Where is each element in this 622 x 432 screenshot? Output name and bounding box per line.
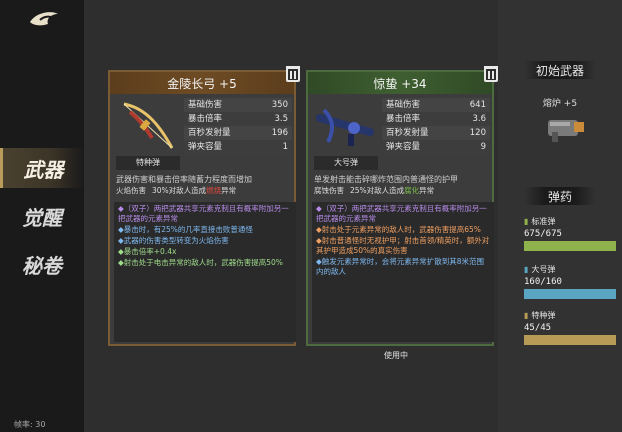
weapon-title: 惊蛰 +34: [308, 72, 492, 94]
stat-label: 百秒发射量: [386, 128, 429, 138]
damage-type: 腐蚀伤害: [314, 186, 344, 195]
crossbow-icon: [316, 108, 374, 146]
trait-item: ◆射击处于电击异常的敌人时，武器伤害提高50%: [118, 258, 283, 267]
stat-value: 641: [469, 100, 486, 110]
sidebar-item-label: 武器: [23, 157, 64, 182]
stat-value: 1: [282, 142, 288, 152]
initial-weapon-name: 熔炉 +5: [542, 99, 578, 109]
ammo-icon: ▮: [524, 311, 529, 320]
stat-row: 基础伤害 641: [382, 98, 490, 112]
stat-label: 弹夹容量: [188, 142, 223, 152]
ammo-count: 675/675: [524, 229, 562, 239]
right-panel: 初始武器 熔炉 +5 弹药 ▮ 标准弹 675/675 ▮ 大号弹 160/160 …: [498, 0, 622, 432]
description-text: 单发射击能击碎哪炸范围内普通怪的护甲: [314, 175, 458, 184]
trait-item: ◆触发元素异常时，会将元素异常扩散到其8米范围内的敌人: [316, 257, 485, 276]
stat-value: 350: [271, 100, 288, 110]
sidebar: 武器 觉醒 秘卷 帧率: 30: [0, 0, 84, 432]
ammo-type-label: 大号弹: [334, 158, 358, 167]
ammo-name: ▮ 标准弹: [524, 217, 556, 226]
sidebar-item-awaken[interactable]: 觉醒: [0, 196, 84, 236]
weapon-title: 金陵长弓 +5: [110, 72, 294, 94]
trash-icon[interactable]: [484, 66, 498, 82]
stat-row: 暴击倍率 3.6: [382, 112, 490, 126]
sidebar-item-label: 觉醒: [22, 205, 62, 230]
trait-item: ◆射击处于元素异常的敌人时，武器伤害提高65%: [316, 225, 481, 234]
stat-label: 暴击倍率: [386, 114, 421, 124]
ammo-large: ▮ 大号弹 160/160: [524, 264, 616, 299]
trait-item: ◆射击普通怪时无视护甲；射击首领/精英时，额外对其护甲造成50%的真实伤害: [316, 236, 490, 255]
stat-row: 弹夹容量 1: [184, 140, 292, 154]
ammo-count: 160/160: [524, 277, 562, 287]
sidebar-item-scrolls[interactable]: 秘卷: [0, 244, 84, 284]
status-effect: 25%对敌人造成腐化异常: [350, 186, 435, 195]
ammo-type-tag: 特种弹: [116, 156, 180, 170]
stat-label: 弹夹容量: [386, 142, 421, 152]
trait-item: ◆（双子）两把武器共享元素克制且有概率附加另一把武器的元素异常: [316, 204, 487, 223]
ammo-type-label: 特种弹: [136, 158, 160, 167]
weapon-card-2[interactable]: 惊蛰 +34 大号弹 基础伤害 641 暴击倍率 3.6 百秒发射量 120 弹夹容量…: [306, 66, 498, 346]
furnace-weapon-icon[interactable]: [544, 112, 588, 144]
trait-item: ◆暴击时，有25%的几率直接击败普通怪: [118, 225, 253, 234]
trait-item: ◆暴击倍率+0.4x: [118, 247, 177, 256]
stat-label: 暴击倍率: [188, 114, 223, 124]
trait-item: ◆武器的伤害类型转变为火焰伤害: [118, 236, 229, 245]
ammo-icon: ▮: [524, 217, 529, 226]
stat-label: 基础伤害: [188, 100, 223, 110]
weapon-card-1[interactable]: 金陵长弓 +5 特种弹 基础伤害 350 暴击倍率 3.5 百秒发射量 196 弹夹容…: [108, 66, 300, 346]
stat-value: 3.6: [472, 114, 486, 124]
stat-row: 百秒发射量 196: [184, 126, 292, 140]
stat-label: 百秒发射量: [188, 128, 231, 138]
ammo-bar: [524, 289, 616, 299]
ammo-name: ▮ 大号弹: [524, 265, 556, 274]
weapon-panel: 金陵长弓 +5 特种弹 基础伤害 350 暴击倍率 3.5 百秒发射量 196 弹夹容…: [84, 0, 498, 432]
weapon-description: 单发射击能击碎哪炸范围内普通怪的护甲 腐蚀伤害 25%对敌人造成腐化异常: [314, 174, 492, 196]
stat-row: 基础伤害 350: [184, 98, 292, 112]
element-info: 火焰伤害 30%对敌人造成燃烧异常: [116, 185, 294, 196]
stat-value: 196: [271, 128, 288, 138]
stat-value: 9: [480, 142, 486, 152]
ammo-icon: ▮: [524, 265, 529, 274]
sidebar-item-label: 秘卷: [22, 253, 62, 278]
stat-label: 基础伤害: [386, 100, 421, 110]
stat-row: 暴击倍率 3.5: [184, 112, 292, 126]
stat-row: 弹夹容量 9: [382, 140, 490, 154]
fps-counter: 帧率: 30: [14, 420, 46, 429]
stat-value: 3.5: [274, 114, 288, 124]
stats-table: 基础伤害 350 暴击倍率 3.5 百秒发射量 196 弹夹容量 1: [184, 98, 292, 154]
ammo-bar: [524, 241, 616, 251]
ammo-name: ▮ 特种弹: [524, 311, 556, 320]
trash-icon[interactable]: [286, 66, 300, 82]
stats-table: 基础伤害 641 暴击倍率 3.6 百秒发射量 120 弹夹容量 9: [382, 98, 490, 154]
in-use-label: 使用中: [384, 351, 408, 360]
initial-weapon-title: 初始武器: [535, 64, 584, 78]
trait-list: ◆（双子）两把武器共享元素克制且有概率附加另一把武器的元素异常 ◆暴击时，有25%…: [114, 202, 296, 342]
sidebar-item-weapons[interactable]: 武器: [0, 148, 84, 188]
ammo-type-tag: 大号弹: [314, 156, 378, 170]
description-text: 武器伤害和暴击倍率随蓄力程度而增加: [116, 175, 252, 184]
element-info: 腐蚀伤害 25%对敌人造成腐化异常: [314, 185, 492, 196]
ammo-title: 弹药: [547, 190, 572, 204]
ammo-bar: [524, 335, 616, 345]
weapon-description: 武器伤害和暴击倍率随蓄力程度而增加 火焰伤害 30%对敌人造成燃烧异常: [116, 174, 294, 196]
trait-list: ◆（双子）两把武器共享元素克制且有概率附加另一把武器的元素异常 ◆射击处于元素异常…: [312, 202, 494, 342]
stat-row: 百秒发射量 120: [382, 126, 490, 140]
stat-value: 120: [469, 128, 486, 138]
ammo-special: ▮ 特种弹 45/45: [524, 310, 616, 345]
status-effect: 30%对敌人造成燃烧异常: [152, 186, 237, 195]
logo-icon: [30, 12, 58, 26]
ammo-count: 45/45: [524, 323, 552, 333]
damage-type: 火焰伤害: [116, 186, 146, 195]
ammo-standard: ▮ 标准弹 675/675: [524, 216, 616, 251]
trait-item: ◆（双子）两把武器共享元素克制且有概率附加另一把武器的元素异常: [118, 204, 289, 223]
longbow-icon: [123, 102, 174, 149]
